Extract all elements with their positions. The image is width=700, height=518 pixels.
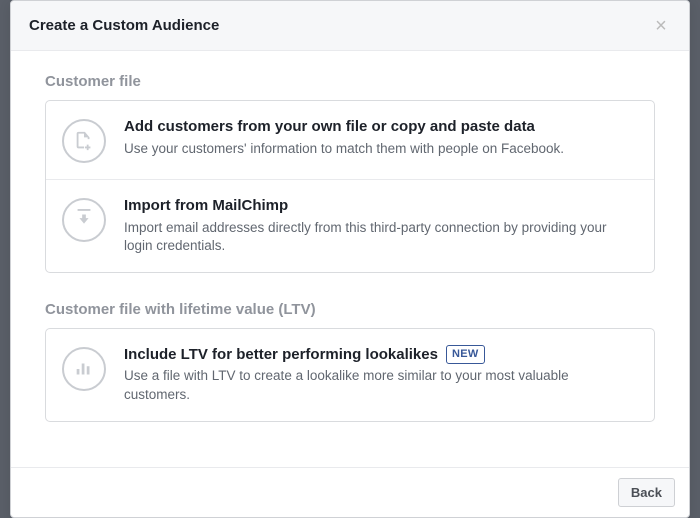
option-desc: Use your customers' information to match… — [124, 140, 636, 159]
create-custom-audience-dialog: Create a Custom Audience × Customer file… — [10, 0, 690, 518]
bar-chart-icon — [62, 347, 106, 391]
option-group-ltv: Include LTV for better performing lookal… — [45, 328, 655, 422]
option-text: Include LTV for better performing lookal… — [124, 345, 636, 405]
option-mailchimp[interactable]: Import from MailChimp Import email addre… — [46, 179, 654, 272]
dialog-header: Create a Custom Audience × — [11, 1, 689, 51]
option-group-customer-file: Add customers from your own file or copy… — [45, 100, 655, 273]
option-title: Include LTV for better performing lookal… — [124, 345, 636, 365]
option-title: Import from MailChimp — [124, 196, 636, 216]
option-text: Import from MailChimp Import email addre… — [124, 196, 636, 256]
new-badge: NEW — [446, 345, 485, 363]
close-button[interactable]: × — [649, 14, 673, 38]
dialog-title: Create a Custom Audience — [29, 17, 649, 34]
close-icon: × — [655, 16, 667, 36]
import-icon — [62, 198, 106, 242]
option-title: Add customers from your own file or copy… — [124, 117, 636, 137]
option-desc: Use a file with LTV to create a lookalik… — [124, 367, 636, 404]
dialog-body: Customer file Add customers from your ow… — [11, 51, 689, 467]
dialog-footer: Back — [11, 467, 689, 517]
file-add-icon — [62, 119, 106, 163]
back-button[interactable]: Back — [618, 478, 675, 507]
option-desc: Import email addresses directly from thi… — [124, 219, 636, 256]
section-label-customer-file: Customer file — [45, 73, 655, 90]
option-text: Add customers from your own file or copy… — [124, 117, 636, 158]
option-ltv-lookalike[interactable]: Include LTV for better performing lookal… — [46, 329, 654, 421]
section-label-ltv: Customer file with lifetime value (LTV) — [45, 301, 655, 318]
option-own-file[interactable]: Add customers from your own file or copy… — [46, 101, 654, 179]
